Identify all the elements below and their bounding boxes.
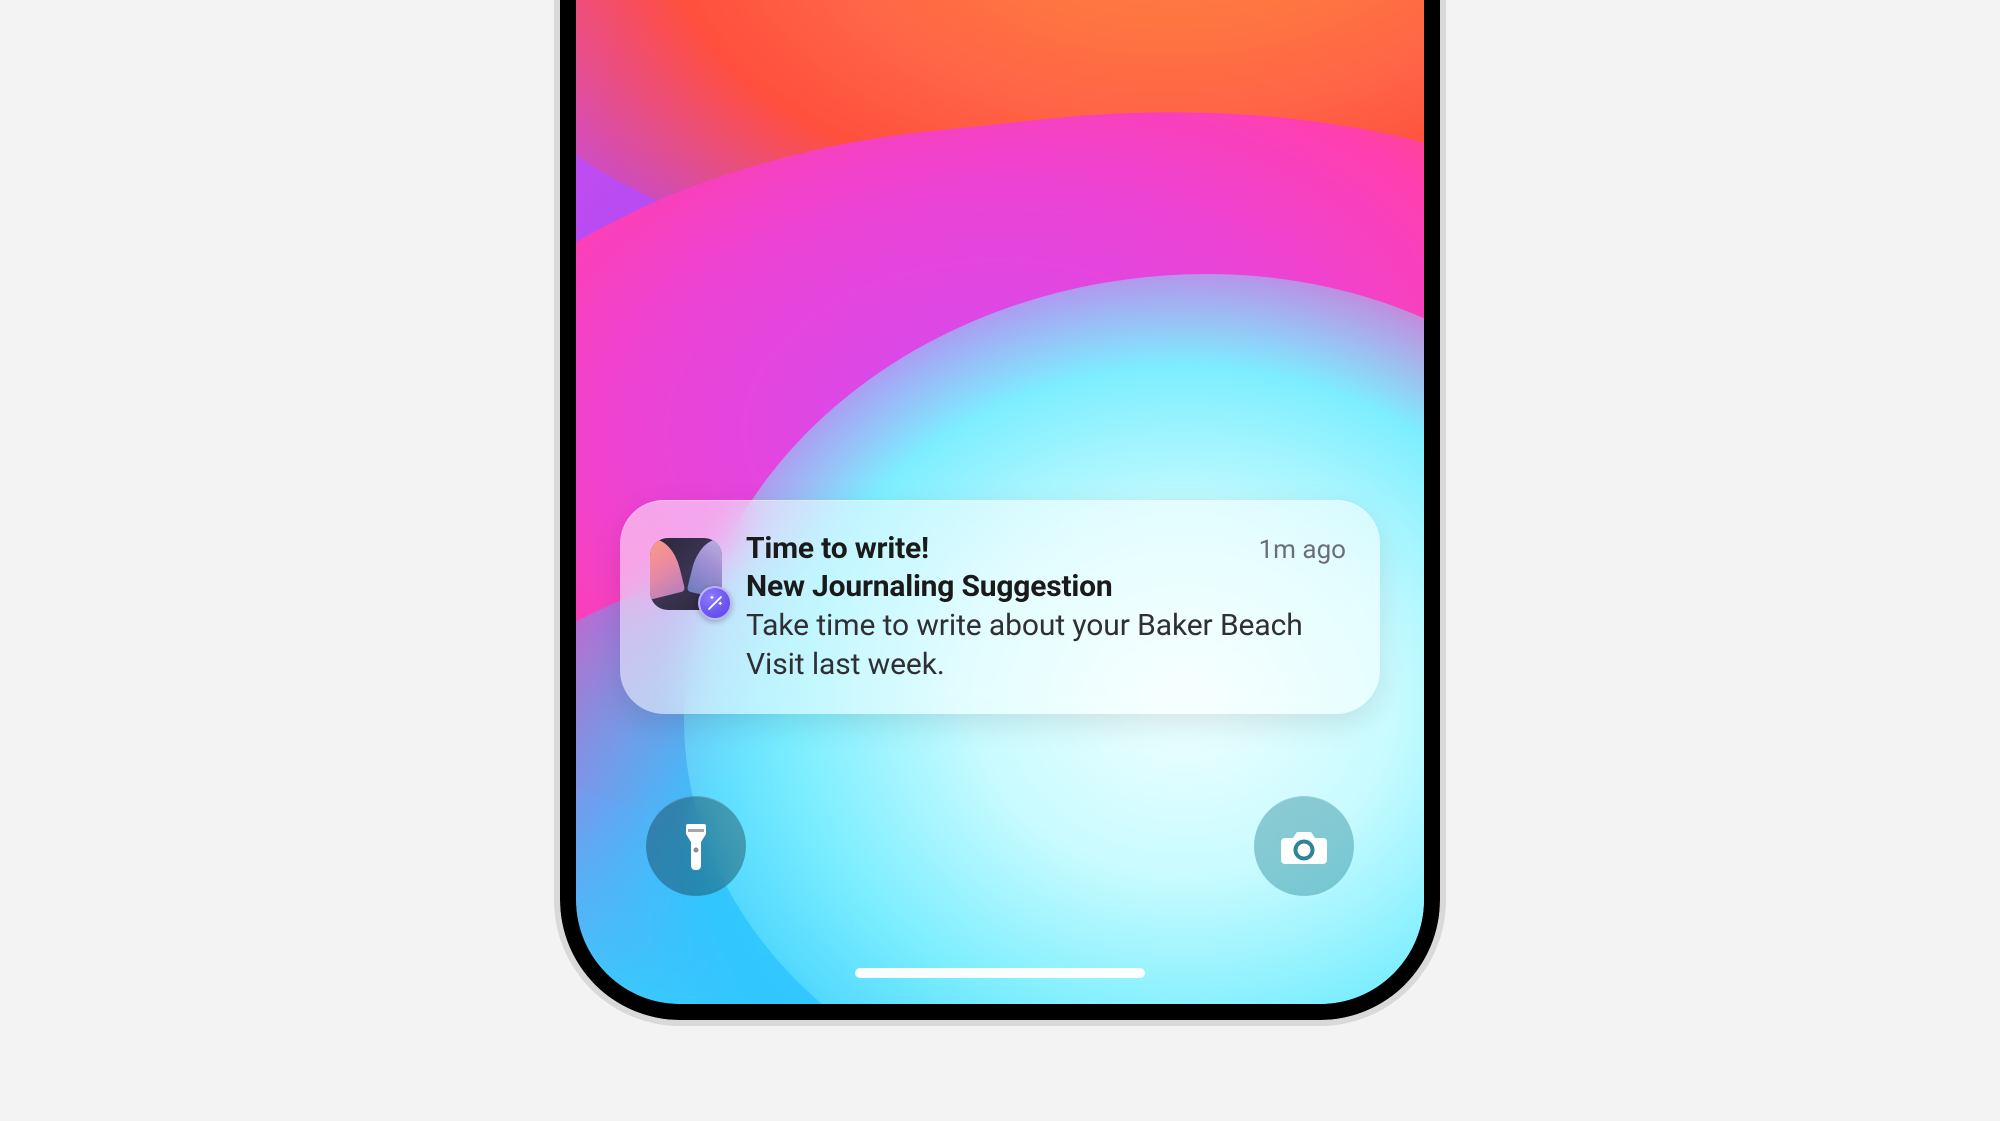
magic-wand-icon <box>698 586 732 620</box>
home-indicator[interactable] <box>855 968 1145 978</box>
flashlight-icon <box>676 820 716 872</box>
phone-bezel: Time to write! 1m ago New Journaling Sug… <box>560 0 1440 1020</box>
flashlight-button[interactable] <box>646 796 746 896</box>
notification-app-icon-wrap <box>650 538 722 610</box>
camera-icon <box>1279 826 1329 866</box>
lock-screen-quick-actions <box>646 796 1354 896</box>
notification-content: Time to write! 1m ago New Journaling Sug… <box>746 530 1346 685</box>
notification-body: Take time to write about your Baker Beac… <box>746 606 1346 684</box>
notification-card[interactable]: Time to write! 1m ago New Journaling Sug… <box>620 500 1380 715</box>
notification-title: Time to write! <box>746 530 929 568</box>
notification-subtitle: New Journaling Suggestion <box>746 567 1346 606</box>
lock-screen[interactable]: Time to write! 1m ago New Journaling Sug… <box>576 0 1424 1004</box>
notification-time: 1m ago <box>1259 535 1346 565</box>
camera-button[interactable] <box>1254 796 1354 896</box>
phone-frame: Time to write! 1m ago New Journaling Sug… <box>560 0 1440 1020</box>
